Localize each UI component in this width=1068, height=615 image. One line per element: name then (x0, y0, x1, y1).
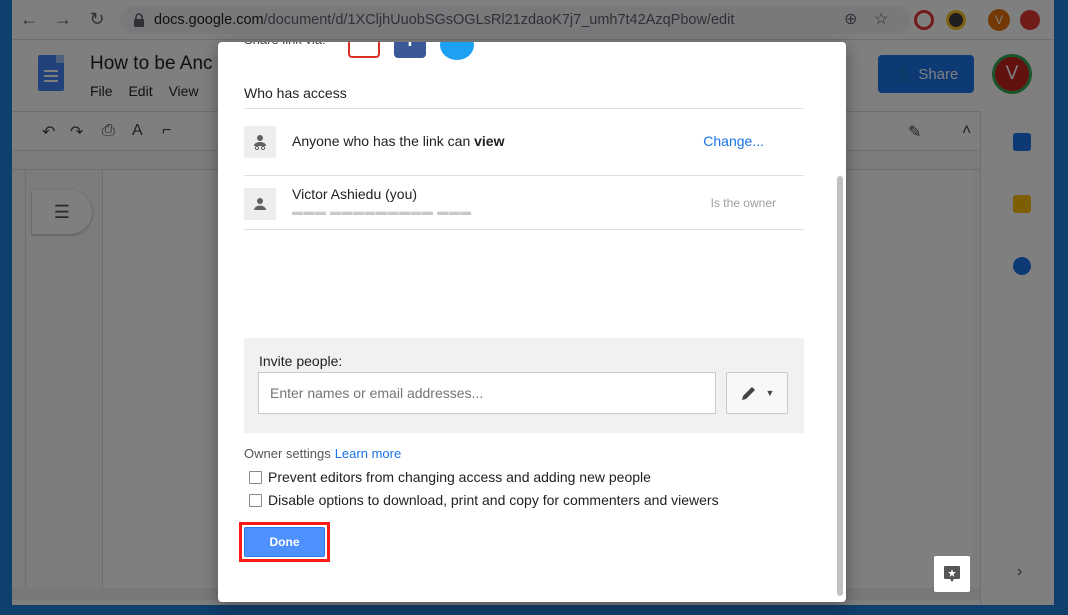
dialog-scrollbar[interactable] (834, 42, 846, 602)
permission-dropdown[interactable]: ▼ (726, 372, 788, 414)
prevent-editors-checkbox[interactable] (249, 470, 262, 484)
dialog-scrollbar-thumb[interactable] (837, 176, 843, 596)
owner-email-blurred: ▬▬▬ ▬▬▬▬▬▬▬▬▬ ▬▬▬ (292, 206, 472, 218)
disable-download-option[interactable]: Disable options to download, print and c… (249, 492, 719, 508)
disable-download-checkbox[interactable] (249, 493, 262, 507)
owner-settings: Owner settings Learn more (244, 446, 401, 461)
done-button[interactable]: Done (244, 527, 325, 557)
who-has-access-heading: Who has access (244, 85, 347, 101)
change-link[interactable]: Change... (703, 133, 764, 149)
share-via-label: Share link via: (244, 42, 326, 52)
owner-person-icon (244, 188, 276, 220)
owner-name: Victor Ashiedu (you) (292, 186, 418, 202)
share-dialog: Share link via: f Who has access Anyone … (218, 42, 846, 602)
disable-download-label: Disable options to download, print and c… (268, 492, 719, 508)
pencil-icon (741, 387, 755, 400)
link-access-prefix: Anyone who has the link can (292, 133, 471, 149)
gmail-icon[interactable] (348, 42, 380, 58)
link-access-text: Anyone who has the link can view (292, 133, 504, 149)
divider (244, 229, 804, 230)
learn-more-link[interactable]: Learn more (335, 446, 401, 461)
invite-label: Invite people: (259, 353, 343, 369)
link-person-icon (244, 126, 276, 158)
facebook-icon[interactable]: f (394, 42, 426, 58)
owner-role: Is the owner (710, 196, 776, 210)
owner-settings-label: Owner settings (244, 446, 331, 461)
invite-section: Invite people: ▼ (244, 338, 804, 433)
explore-icon[interactable] (934, 556, 970, 592)
divider (244, 108, 804, 109)
owner-row: Victor Ashiedu (you) ▬▬▬ ▬▬▬▬▬▬▬▬▬ ▬▬▬ I… (244, 174, 804, 232)
twitter-icon[interactable] (440, 42, 474, 60)
prevent-editors-option[interactable]: Prevent editors from changing access and… (249, 469, 651, 485)
link-access-row: Anyone who has the link can view Change.… (244, 112, 804, 170)
link-access-permission: view (474, 133, 505, 149)
chevron-down-icon: ▼ (765, 388, 775, 398)
invite-input[interactable] (258, 372, 716, 414)
prevent-editors-label: Prevent editors from changing access and… (268, 469, 651, 485)
